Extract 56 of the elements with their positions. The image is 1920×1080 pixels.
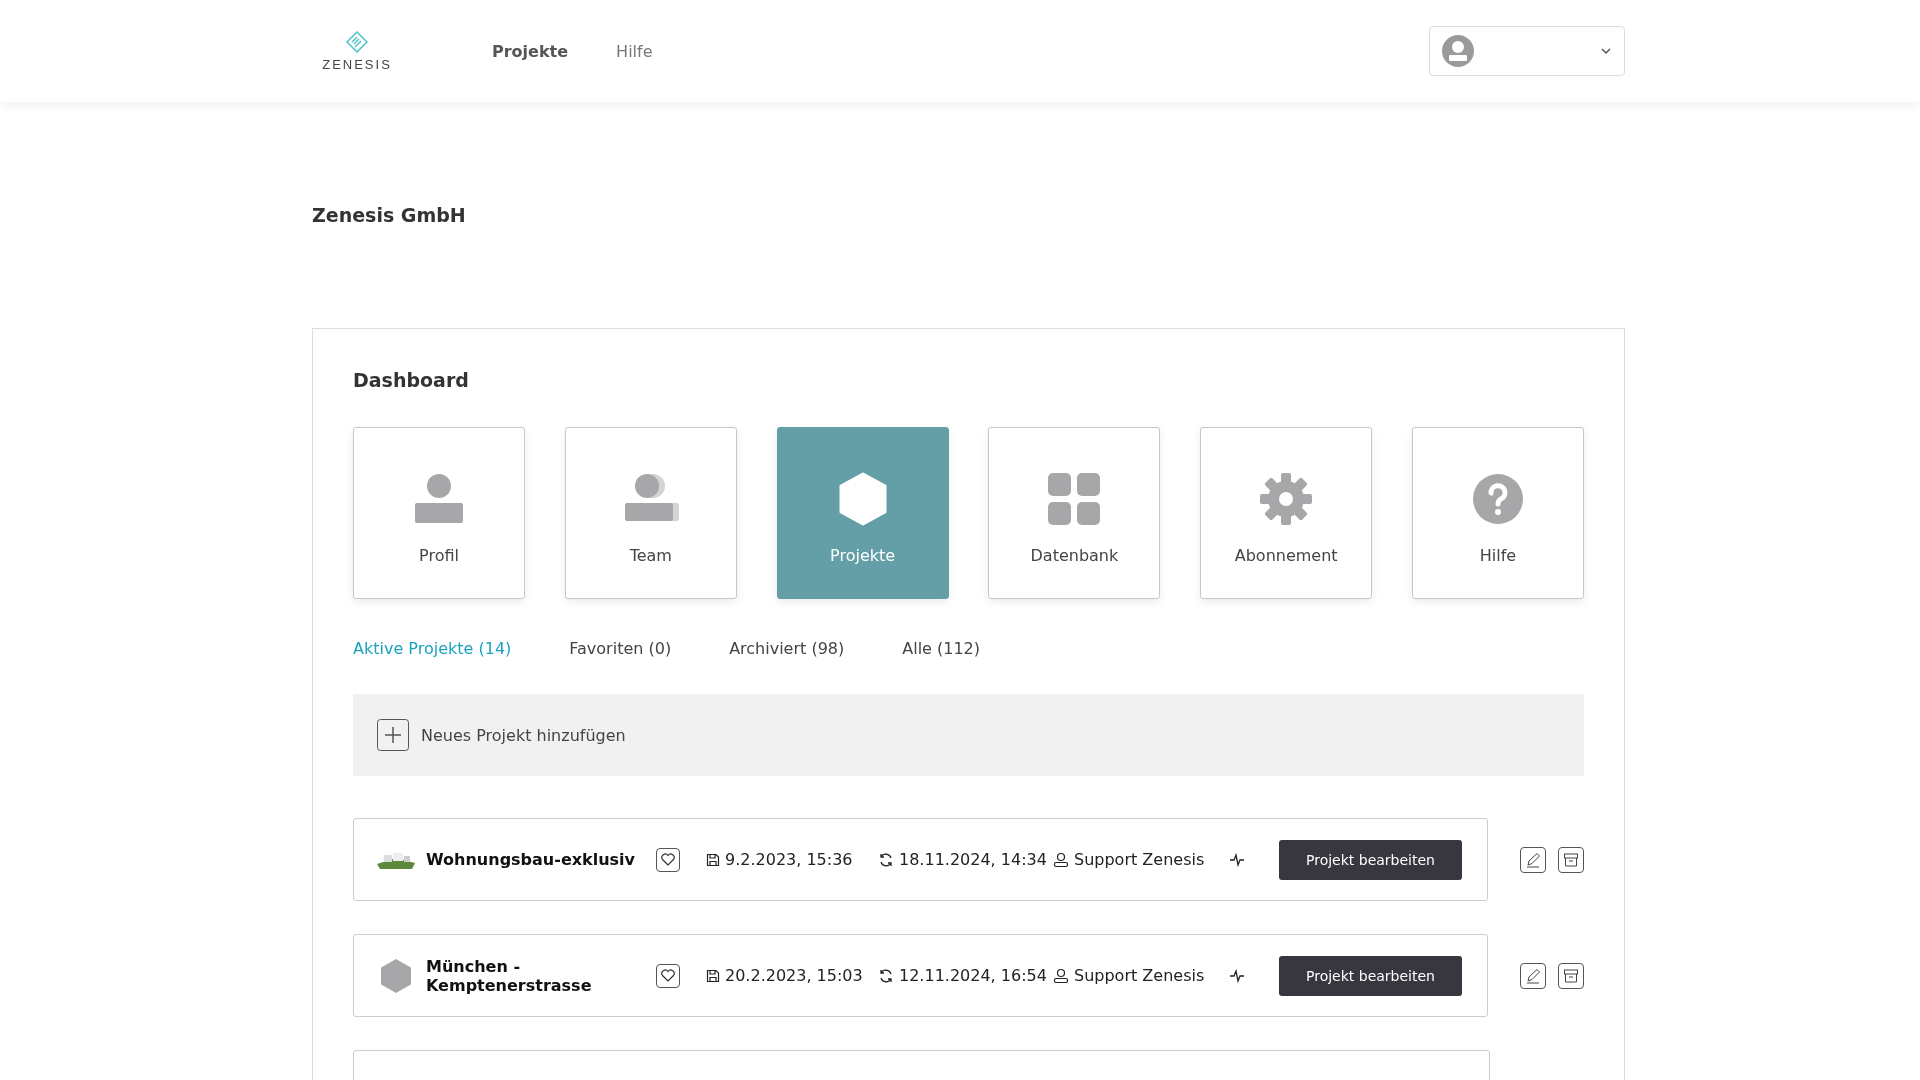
company-name: Zenesis GmbH — [312, 204, 467, 228]
dashboard-title: Dashboard — [353, 369, 470, 391]
logo-icon — [345, 30, 369, 53]
sync-date: 18.11.2024, 14:34 — [899, 850, 1047, 869]
filter-tab[interactable]: Alle (112) — [902, 639, 981, 658]
help-icon — [1472, 472, 1524, 525]
avatar-icon — [1442, 35, 1474, 67]
saved-date: 9.2.2023, 15:36 — [725, 850, 853, 869]
rename-button[interactable] — [1520, 962, 1546, 989]
heart-icon — [661, 853, 675, 866]
save-icon — [706, 852, 720, 867]
logo-text: ZENESIS — [322, 56, 392, 72]
dashboard-tile[interactable]: Abonnement — [1200, 427, 1373, 599]
pencil-icon — [1525, 851, 1541, 868]
plus-icon — [377, 719, 409, 751]
user-menu[interactable] — [1429, 26, 1625, 76]
add-project-label: Neues Projekt hinzufügen — [421, 725, 626, 745]
archive-button[interactable] — [1558, 962, 1584, 989]
edit-project-button[interactable]: Projekt bearbeiten — [1279, 955, 1462, 996]
settings-icon — [1260, 472, 1313, 525]
dashboard-tile[interactable]: Hilfe — [1412, 427, 1584, 599]
user-icon — [1053, 851, 1069, 868]
filter-tab[interactable]: Favoriten (0) — [569, 639, 672, 658]
person-icon — [413, 472, 465, 525]
heart-icon — [661, 969, 675, 982]
rename-button[interactable] — [1520, 846, 1546, 873]
activity-icon — [1229, 852, 1245, 867]
favorite-button[interactable] — [656, 847, 680, 872]
project-owner: Support Zenesis — [1074, 966, 1205, 985]
project-name: München - Kemptenerstrasse — [426, 956, 593, 995]
chevron-down-icon — [1600, 47, 1612, 55]
refresh-icon — [878, 967, 894, 984]
hexagon-icon — [380, 957, 412, 994]
archive-icon — [1563, 967, 1579, 984]
nav-link[interactable]: Hilfe — [616, 41, 653, 61]
add-project-bar[interactable]: Neues Projekt hinzufügen — [353, 694, 1584, 776]
sync-date: 12.11.2024, 16:54 — [899, 966, 1047, 985]
archive-button[interactable] — [1558, 846, 1584, 873]
filter-tab[interactable]: Archiviert (98) — [729, 639, 845, 658]
project-owner: Support Zenesis — [1074, 850, 1205, 869]
refresh-icon — [878, 851, 894, 868]
project-name: Wohnungsbau-exklusiv — [426, 850, 636, 869]
favorite-button[interactable] — [656, 963, 680, 988]
dashboard-tile[interactable]: Team — [564, 427, 737, 599]
hexagon-icon — [837, 471, 888, 526]
archive-icon — [1563, 851, 1579, 868]
nav-link[interactable]: Projekte — [492, 41, 569, 61]
activity-icon — [1229, 968, 1245, 983]
user-icon — [1053, 967, 1069, 984]
save-icon — [706, 968, 720, 983]
dashboard-tile[interactable]: Profil — [353, 427, 525, 599]
edit-project-button[interactable]: Projekt bearbeiten — [1279, 839, 1462, 880]
grid-icon — [1048, 472, 1101, 525]
saved-date: 20.2.2023, 15:03 — [725, 966, 863, 985]
pencil-icon — [1525, 967, 1541, 984]
dashboard-tile[interactable]: Datenbank — [988, 427, 1161, 599]
